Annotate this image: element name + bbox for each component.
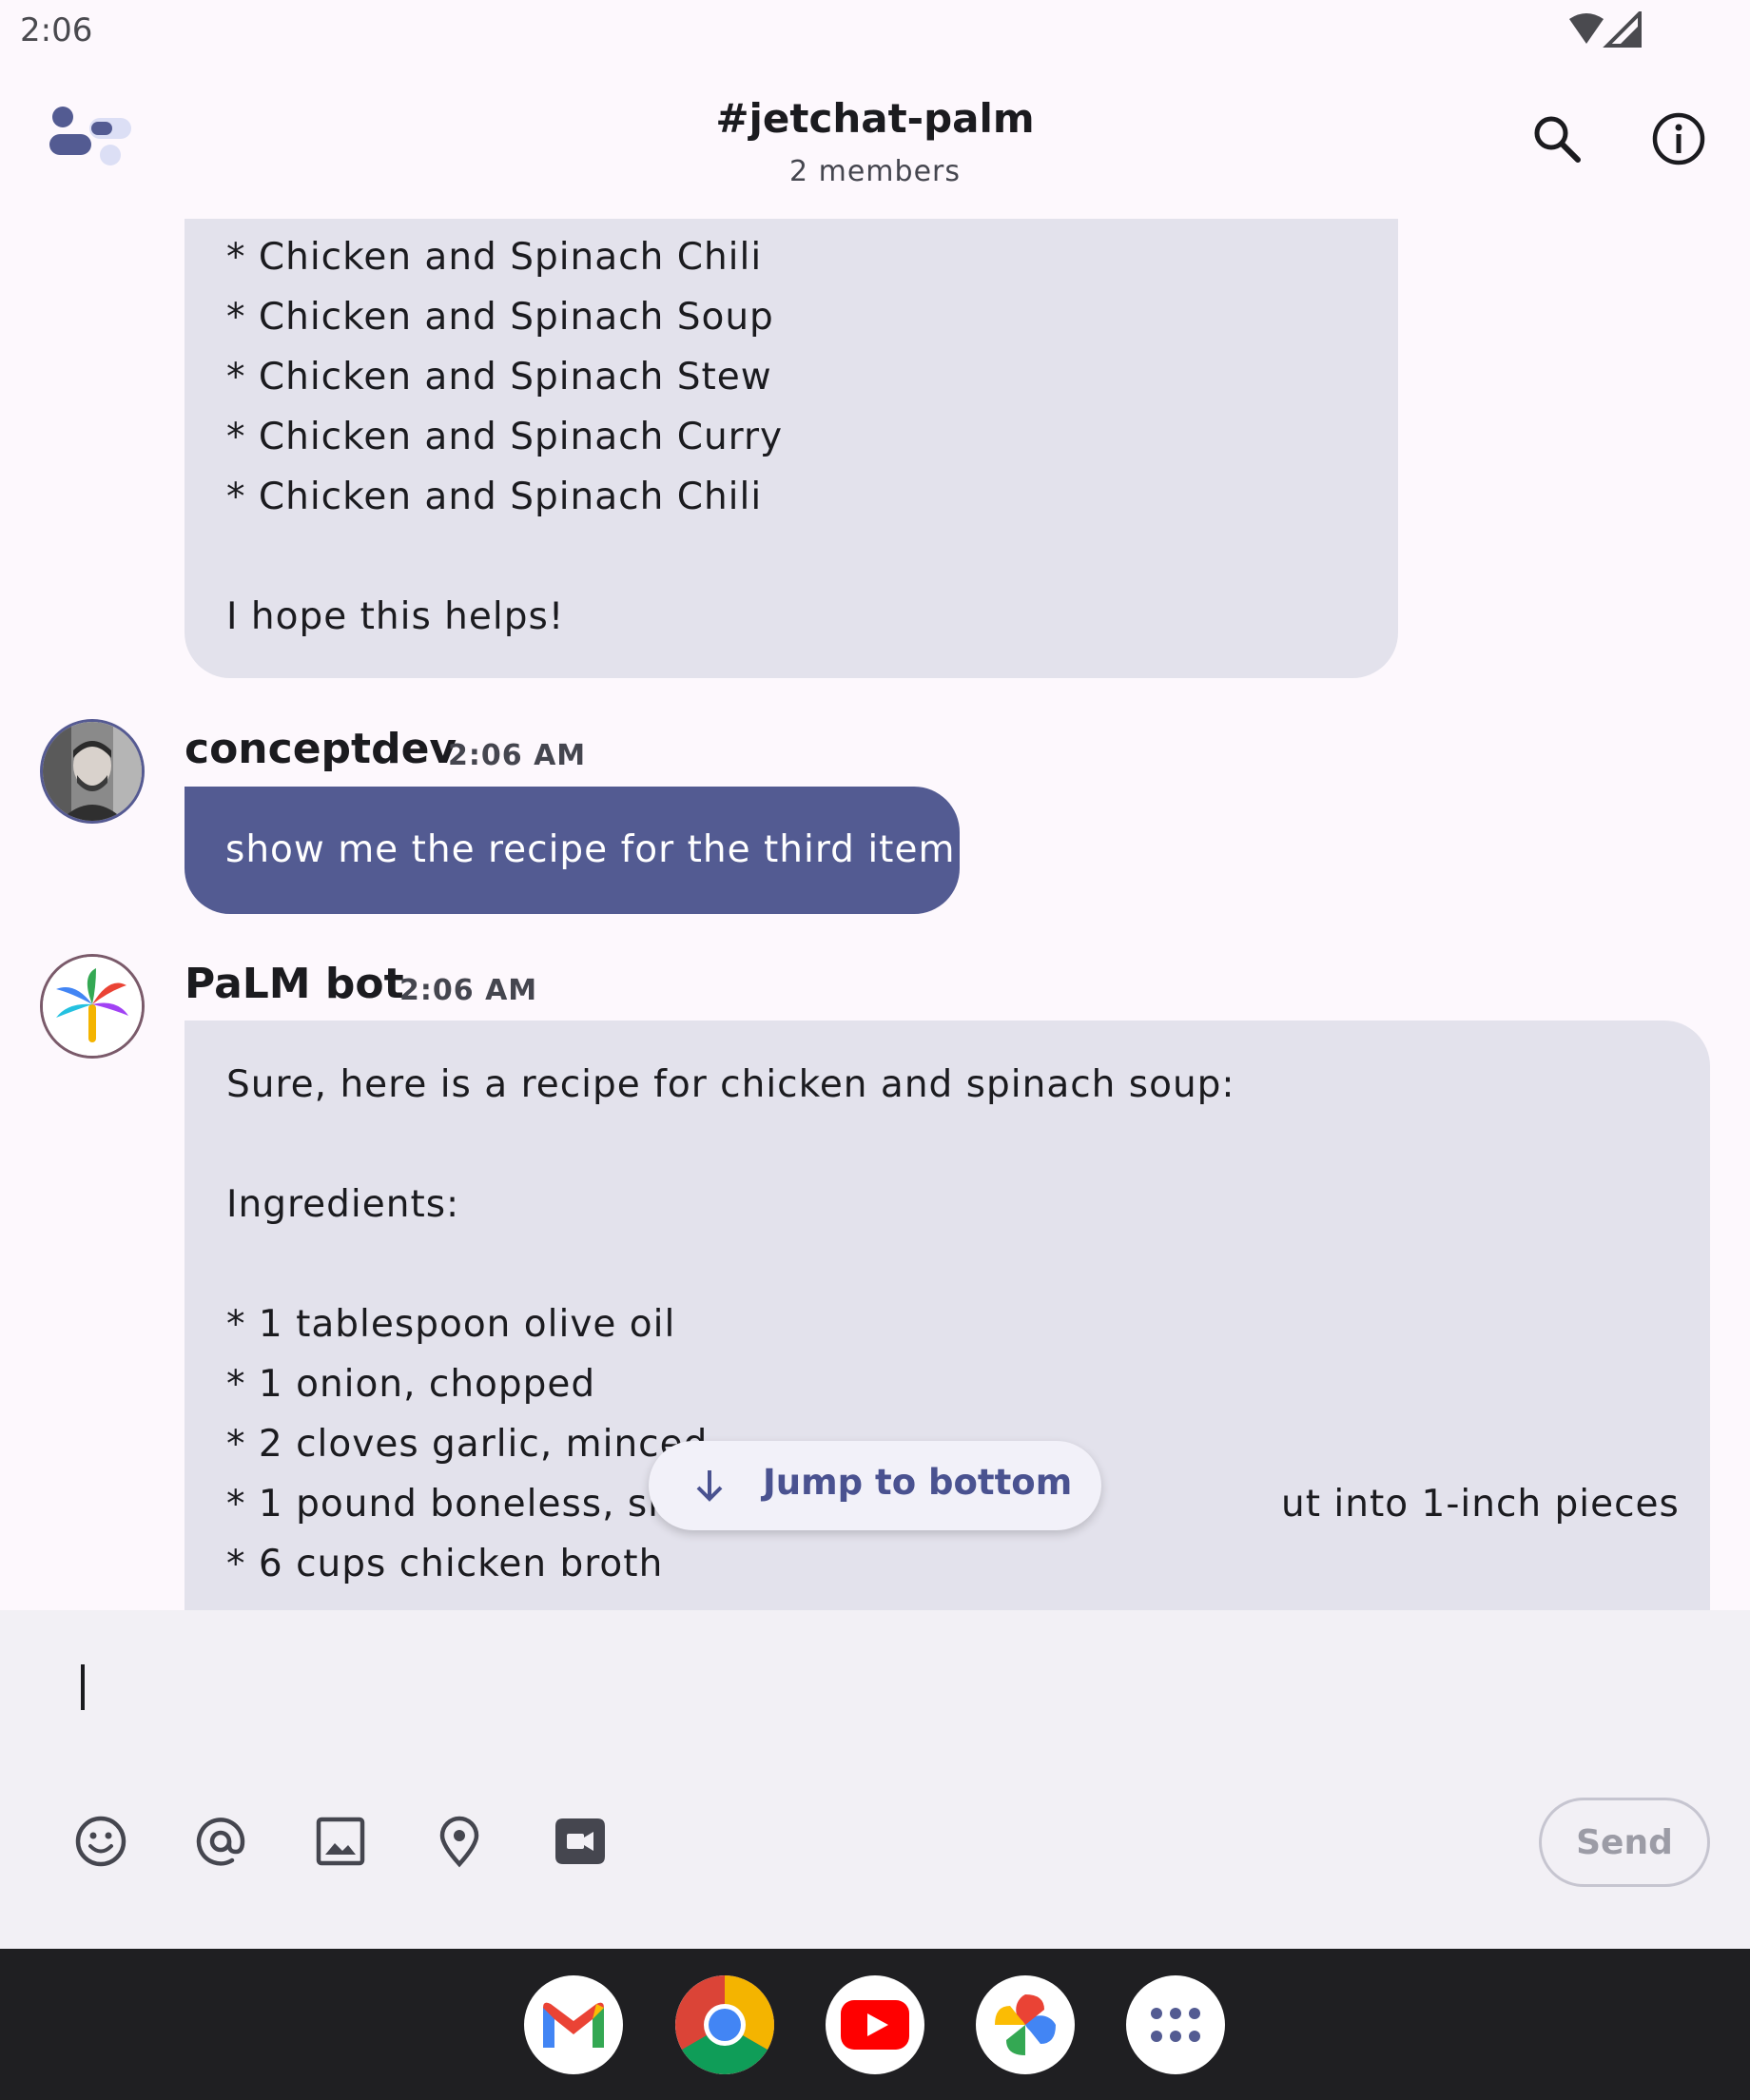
message-line-right: ut into 1-inch pieces — [1281, 1483, 1680, 1526]
emoji-icon — [75, 1816, 126, 1867]
bot-message-bubble-previous: * Chicken and Spinach Chili * Chicken an… — [185, 219, 1398, 678]
user-photo-icon — [43, 722, 142, 821]
message-line — [226, 1235, 1668, 1294]
message-line: * 1 tablespoon olive oil — [226, 1303, 676, 1346]
status-time: 2:06 — [20, 11, 93, 49]
image-button[interactable] — [312, 1813, 369, 1870]
avatar-palm-bot[interactable] — [40, 954, 145, 1059]
message-line: * Chicken and Spinach Soup — [226, 296, 774, 339]
message-line — [226, 1115, 1668, 1175]
palm-tree-icon — [43, 957, 142, 1056]
message-line: * Chicken and Spinach Chili — [226, 476, 763, 518]
info-icon — [1652, 112, 1705, 165]
mention-button[interactable] — [192, 1813, 249, 1870]
message-line-left: * 1 pound boneless, ski — [226, 1483, 682, 1526]
jump-to-bottom-label: Jump to bottom — [763, 1462, 1073, 1503]
message-composer: Send — [0, 1610, 1750, 1949]
message-list[interactable]: * Chicken and Spinach Chili * Chicken an… — [0, 219, 1750, 1610]
video-button[interactable] — [552, 1813, 609, 1870]
youtube-icon[interactable] — [826, 1975, 924, 2074]
message-line: * 1 onion, chopped — [226, 1363, 596, 1406]
message-timestamp: 2:06 AM — [399, 974, 538, 1007]
search-button[interactable] — [1524, 106, 1590, 172]
chrome-icon[interactable] — [675, 1975, 774, 2074]
message-line: Ingredients: — [226, 1183, 460, 1226]
arrow-down-icon — [696, 1470, 723, 1502]
location-button[interactable] — [431, 1813, 488, 1870]
search-icon — [1534, 116, 1581, 163]
app-drawer-icon[interactable] — [1126, 1975, 1225, 2074]
message-line: Sure, here is a recipe for chicken and s… — [226, 1063, 1235, 1106]
gmail-icon[interactable] — [524, 1975, 623, 2074]
wifi-signal-icon — [1569, 9, 1642, 48]
text-cursor — [81, 1664, 85, 1710]
message-input[interactable] — [0, 1610, 1750, 1753]
status-bar: 2:06 — [0, 0, 1750, 63]
message-line: * Chicken and Spinach Curry — [226, 416, 784, 458]
message-line: * 6 cups chicken broth — [226, 1543, 664, 1585]
photos-icon[interactable] — [976, 1975, 1075, 2074]
emoji-button[interactable] — [72, 1813, 129, 1870]
message-author[interactable]: PaLM bot — [185, 960, 404, 1008]
video-icon — [555, 1818, 605, 1864]
info-button[interactable] — [1645, 106, 1712, 172]
message-line: I hope this helps! — [226, 595, 565, 638]
message-line — [226, 527, 1356, 587]
status-icons — [1567, 9, 1643, 49]
avatar-conceptdev[interactable] — [40, 719, 145, 824]
image-icon — [316, 1817, 365, 1866]
mention-icon — [196, 1818, 245, 1866]
message-timestamp: 2:06 AM — [448, 739, 587, 772]
jump-to-bottom-button[interactable]: Jump to bottom — [649, 1441, 1101, 1530]
message-author[interactable]: conceptdev — [185, 725, 457, 773]
message-line: * Chicken and Spinach Chili — [226, 236, 763, 279]
channel-title[interactable]: #jetchat-palm — [0, 95, 1750, 142]
location-icon — [439, 1816, 479, 1868]
send-button[interactable]: Send — [1539, 1798, 1710, 1887]
app-bar: #jetchat-palm 2 members — [0, 63, 1750, 219]
taskbar — [0, 1949, 1750, 2100]
user-message-bubble: show me the recipe for the third item — [185, 787, 960, 914]
message-line: * Chicken and Spinach Stew — [226, 356, 772, 399]
member-count: 2 members — [789, 155, 961, 188]
